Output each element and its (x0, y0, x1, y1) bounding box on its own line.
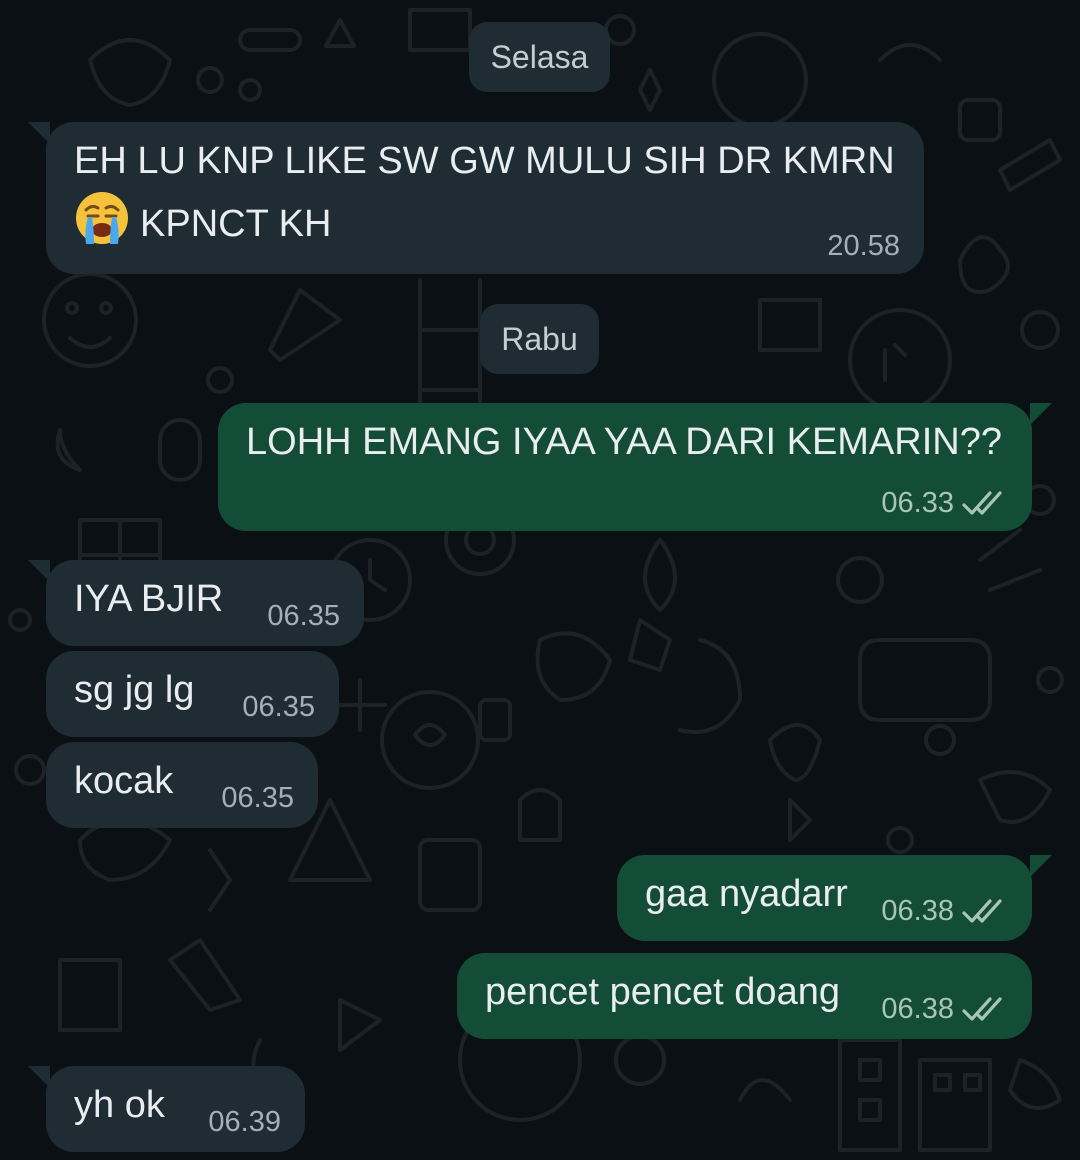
message-text: IYA BJIR (74, 578, 224, 620)
outgoing-bubble-tail (1030, 855, 1052, 877)
chat-thread: Selasa EH LU KNP LIKE SW GW MULU SIH DR … (0, 0, 1080, 1160)
message-text: gaa nyadarr (645, 873, 848, 915)
message-text: EH LU KNP LIKE SW GW MULU SIH DR KMRN (74, 140, 895, 182)
read-receipt-icon (962, 491, 1002, 515)
message-timestamp: 06.33 (881, 487, 954, 519)
outgoing-message[interactable]: gaa nyadarr 06.38 (617, 855, 1032, 941)
message-text: yh ok (74, 1084, 165, 1126)
incoming-message[interactable]: sg jg lg 06.35 (46, 651, 339, 737)
outgoing-bubble-tail (1030, 403, 1052, 425)
incoming-message[interactable]: kocak 06.35 (46, 742, 318, 828)
message-text-line-2: KPNCT KH (74, 190, 331, 253)
message-text: LOHH EMANG IYAA YAA DARI KEMARIN?? (246, 421, 1003, 463)
outgoing-message[interactable]: LOHH EMANG IYAA YAA DARI KEMARIN?? 06.33 (218, 403, 1032, 531)
message-timestamp: 06.35 (221, 782, 294, 814)
message-timestamp: 06.38 (881, 895, 954, 927)
message-text: kocak (74, 760, 174, 802)
message-text: pencet pencet doang (485, 971, 840, 1013)
incoming-message[interactable]: EH LU KNP LIKE SW GW MULU SIH DR KMRN KP… (46, 122, 924, 274)
message-text: sg jg lg (74, 669, 195, 711)
message-timestamp: 06.38 (881, 993, 954, 1025)
outgoing-message[interactable]: pencet pencet doang 06.38 (457, 953, 1032, 1039)
date-separator: Rabu (480, 304, 599, 374)
read-receipt-icon (962, 997, 1002, 1021)
date-separator: Selasa (469, 22, 610, 92)
read-receipt-icon (962, 899, 1002, 923)
message-timestamp: 20.58 (827, 230, 900, 262)
message-timestamp: 06.39 (208, 1106, 281, 1138)
message-timestamp: 06.35 (242, 691, 315, 723)
message-text-continued: KPNCT KH (140, 203, 332, 245)
message-timestamp: 06.35 (267, 600, 340, 632)
loudly-crying-face-icon (76, 192, 128, 244)
incoming-message[interactable]: yh ok 06.39 (46, 1066, 305, 1152)
incoming-message[interactable]: IYA BJIR 06.35 (46, 560, 364, 646)
